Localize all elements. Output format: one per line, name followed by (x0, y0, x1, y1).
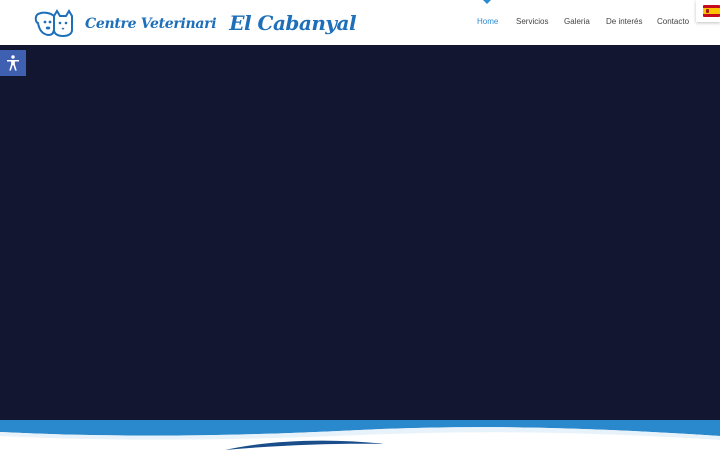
brand-subtitle: Centre Veterinari (85, 16, 217, 32)
accessibility-button[interactable] (0, 50, 26, 76)
accessibility-icon (7, 55, 19, 71)
nav-item-servicios[interactable]: Servicios (516, 17, 548, 26)
nav-item-galeria[interactable]: Galeria (564, 17, 590, 26)
active-nav-marker (482, 0, 492, 4)
hero-banner (0, 45, 720, 420)
spain-flag-icon (703, 5, 720, 17)
nav-item-contacto[interactable]: Contacto (657, 17, 689, 26)
pet-dog-cat-icon (34, 9, 73, 38)
site-header: Centre Veterinari El Cabanyal Home Servi… (0, 0, 720, 45)
brand-title: El Cabanyal (229, 11, 357, 35)
nav-item-de-interes[interactable]: De interés (606, 17, 642, 26)
nav-item-home[interactable]: Home (477, 17, 498, 26)
site-logo[interactable]: Centre Veterinari El Cabanyal (34, 7, 357, 39)
language-switcher[interactable] (696, 0, 720, 22)
wave-divider (0, 420, 720, 450)
